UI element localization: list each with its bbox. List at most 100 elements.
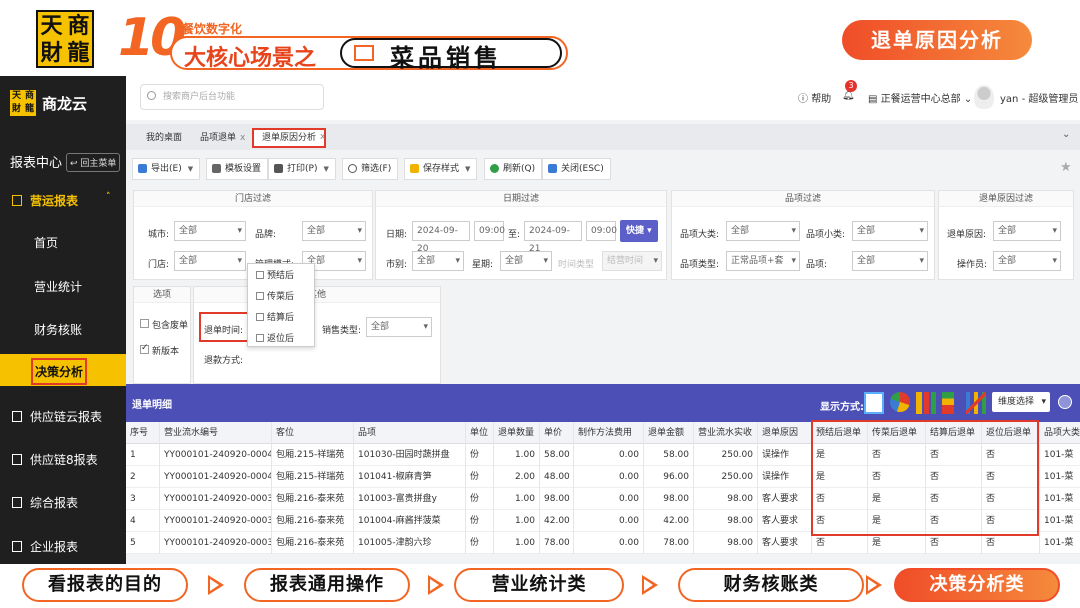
table-cell: 4	[126, 510, 160, 532]
print-button[interactable]: 打印(P) ▼	[268, 158, 336, 180]
save-style-button[interactable]: 保存样式 ▼	[404, 158, 478, 180]
col-header[interactable]: 序号	[126, 422, 160, 444]
close-button[interactable]: 关闭(ESC)	[542, 158, 611, 180]
sidebar-item-home[interactable]: 首页	[0, 234, 126, 251]
sidebar-item-decision-analysis[interactable]: 决策分析	[31, 358, 88, 385]
logo-char: 財	[40, 39, 63, 66]
col-header[interactable]: 客位	[272, 422, 354, 444]
city-select[interactable]: 全部	[174, 221, 246, 241]
chevron-down-icon[interactable]: ⌄	[1062, 129, 1070, 140]
tab-refund-reason[interactable]: 退单原因分析	[252, 128, 327, 148]
panel-title: 退单原因过滤	[939, 191, 1073, 207]
table-cell: 98.00	[694, 532, 758, 554]
dropdown-option[interactable]: 返位后	[256, 331, 294, 344]
bar-chart-icon[interactable]	[916, 392, 936, 414]
home-menu-button[interactable]: ↩ 回主菜单	[66, 153, 121, 172]
logo-char: 商	[67, 12, 90, 39]
date-to-input[interactable]: 2024-09-21	[524, 221, 582, 254]
store-select[interactable]: 全部	[174, 251, 246, 271]
sidebar-group-enterprise[interactable]: 企业报表	[0, 538, 126, 555]
sidebar-group-scm8[interactable]: 供应链8报表	[0, 451, 126, 468]
item-select[interactable]: 全部	[852, 251, 928, 271]
pie-chart-icon[interactable]	[890, 392, 910, 412]
dropdown-option[interactable]: 传菜后	[256, 289, 294, 302]
clear-icon[interactable]	[1058, 395, 1072, 409]
col-header[interactable]: 退单数量	[494, 422, 540, 444]
filter-button[interactable]: 筛选(F)	[342, 158, 399, 180]
sale-type-select[interactable]: 全部	[366, 317, 432, 337]
small-category-select[interactable]: 全部	[852, 221, 928, 241]
col-header[interactable]: 单价	[540, 422, 574, 444]
org-selector[interactable]: ▤ 正餐运营中心总部 ⌄	[868, 90, 972, 105]
pin-icon[interactable]: ★	[1060, 160, 1072, 175]
sidebar-section-ops[interactable]: 营运报表 ˄	[0, 192, 126, 209]
template-settings-button[interactable]: 模板设置	[206, 158, 269, 180]
new-version-checkbox[interactable]	[140, 343, 149, 354]
table-cell: 0.00	[574, 510, 644, 532]
col-header[interactable]: 品项	[354, 422, 466, 444]
operator-select[interactable]: 全部	[993, 251, 1061, 271]
item-type-select[interactable]: 正常品项+套	[726, 251, 800, 271]
quick-date-button[interactable]: 快捷 ▾	[620, 220, 658, 242]
sidebar-group-scm-cloud[interactable]: 供应链云报表	[0, 408, 126, 425]
sidebar-group-general[interactable]: 综合报表	[0, 494, 126, 511]
dimension-select-button[interactable]: 维度选择	[992, 392, 1050, 412]
col-header[interactable]: 营业流水实收	[694, 422, 758, 444]
stacked-bar-icon[interactable]	[942, 392, 954, 414]
col-header[interactable]: 单位	[466, 422, 494, 444]
bottom-nav-operations[interactable]: 报表通用操作	[244, 568, 410, 602]
sidebar-item-business-stats[interactable]: 营业统计	[0, 278, 126, 295]
big-category-select[interactable]: 全部	[726, 221, 800, 241]
banner-inner-title: 菜品销售	[390, 44, 502, 72]
refresh-button[interactable]: 刷新(Q)	[484, 158, 543, 180]
option-checkbox[interactable]	[256, 313, 264, 321]
include-waste-checkbox[interactable]	[140, 319, 149, 328]
panel-title: 品项过滤	[672, 191, 934, 207]
col-header[interactable]: 营业流水编号	[160, 422, 272, 444]
time-type-select[interactable]: 结营时间	[602, 251, 662, 271]
table-view-icon[interactable]	[864, 392, 884, 414]
col-header[interactable]: 制作方法费用	[574, 422, 644, 444]
reason-select[interactable]: 全部	[993, 221, 1061, 241]
table-cell: 包厢.216-泰来苑	[272, 532, 354, 554]
table-cell: 0.00	[574, 444, 644, 466]
option-checkbox[interactable]	[256, 271, 264, 279]
time-from-input[interactable]: 09:00	[474, 221, 505, 241]
bottom-nav-decision-analysis[interactable]: 决策分析类	[894, 568, 1060, 602]
to-label: 至:	[508, 230, 521, 240]
dropdown-option[interactable]: 结算后	[256, 310, 294, 323]
line-chart-icon[interactable]	[966, 392, 986, 414]
arrow-right-icon	[208, 575, 224, 595]
market-select[interactable]: 全部	[412, 251, 464, 271]
brand-select[interactable]: 全部	[302, 221, 366, 241]
dropdown-option[interactable]: 预结后	[256, 268, 294, 281]
col-header[interactable]: 退单原因	[758, 422, 812, 444]
table-cell: 包厢.215-祥瑞苑	[272, 466, 354, 488]
tab-my-desktop[interactable]: 我的桌面	[138, 128, 191, 148]
sidebar-item-finance[interactable]: 财务核账	[0, 321, 126, 338]
col-header[interactable]: 退单金额	[644, 422, 694, 444]
bottom-nav-business-stats[interactable]: 营业统计类	[454, 568, 624, 602]
help-link[interactable]: ⓘ 帮助	[798, 90, 831, 105]
export-icon	[138, 164, 147, 173]
tab-item-refund[interactable]: 品项退单 x	[192, 128, 254, 148]
close-icon[interactable]: x	[320, 132, 325, 142]
sidebar-brand: 天 商 財 龍 商龙云	[10, 90, 87, 116]
col-header[interactable]: 品项大类	[1040, 422, 1080, 444]
bottom-nav-purpose[interactable]: 看报表的目的	[22, 568, 188, 602]
bottom-nav-finance[interactable]: 财务核账类	[678, 568, 864, 602]
date-from-input[interactable]: 2024-09-20	[412, 221, 470, 254]
avatar[interactable]	[974, 85, 994, 109]
option-checkbox[interactable]	[256, 334, 264, 342]
search-input[interactable]: 搜索商户后台功能	[140, 84, 324, 110]
option-checkbox[interactable]	[256, 292, 264, 300]
magnifier-icon	[348, 164, 357, 173]
time-to-input[interactable]: 09:00	[586, 221, 617, 241]
week-select[interactable]: 全部	[500, 251, 552, 271]
bottom-nav: 看报表的目的 报表通用操作 营业统计类 财务核账类 决策分析类	[0, 564, 1080, 608]
export-button[interactable]: 导出(E) ▼	[132, 158, 201, 180]
save-style-label: 保存样式	[423, 164, 460, 174]
close-icon[interactable]: x	[240, 133, 245, 143]
logo-char: 龍	[24, 104, 34, 114]
user-name[interactable]: yan - 超级管理员	[1000, 90, 1078, 105]
